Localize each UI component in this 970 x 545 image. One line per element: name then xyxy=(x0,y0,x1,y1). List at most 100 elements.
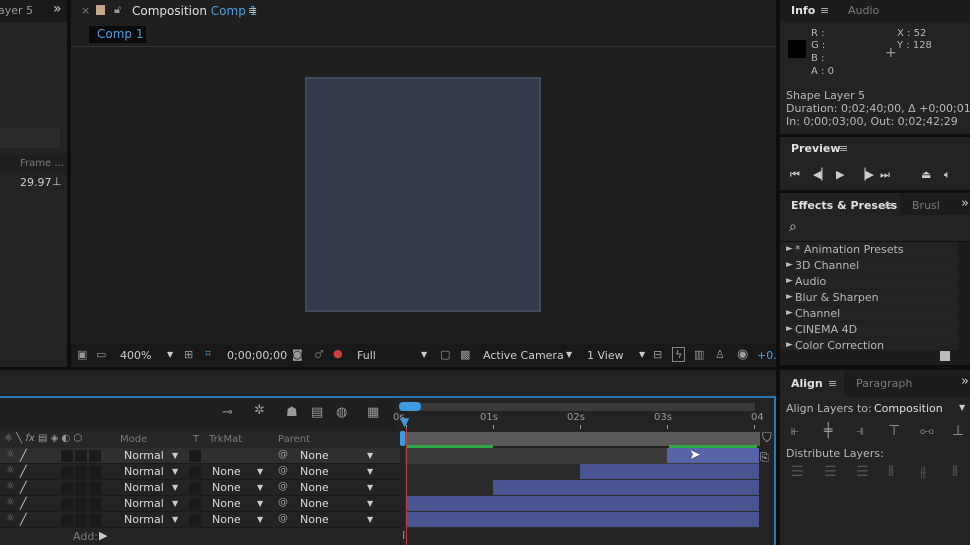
quality-slash-icon[interactable]: ╱ xyxy=(20,482,27,493)
switch-box[interactable] xyxy=(61,450,73,462)
first-frame-icon[interactable]: ⏮ xyxy=(790,169,800,180)
switch-box[interactable] xyxy=(61,498,73,510)
preserve-transparency-checkbox[interactable] xyxy=(189,514,201,526)
switch-box[interactable] xyxy=(89,482,101,494)
align-tab[interactable]: Align xyxy=(791,377,823,390)
layer-row[interactable]: ☼ ╱ Normal ▼ None ▼ @ None ▼ xyxy=(0,464,400,480)
effect-category[interactable]: ► Blur & Sharpen xyxy=(780,290,958,306)
mode-dropdown-arrow-icon[interactable]: ▼ xyxy=(172,468,178,476)
layer-row[interactable]: ☼ ╱ Normal ▼ None ▼ @ None ▼ xyxy=(0,496,400,512)
expand-arrow-icon[interactable]: ► xyxy=(786,244,793,254)
frame-rate-column-header[interactable]: Frame ... xyxy=(20,158,64,169)
panel-menu-icon[interactable]: ≡ xyxy=(248,4,257,17)
time-navigator-handle[interactable] xyxy=(399,402,421,411)
align-to-arrow-icon[interactable]: ▼ xyxy=(959,404,965,412)
parent-dropdown[interactable]: None xyxy=(300,497,329,510)
timeline-icon[interactable]: ▥ xyxy=(694,349,704,360)
trkmat-column-header[interactable]: TrkMat xyxy=(209,434,242,445)
mode-dropdown[interactable]: Normal xyxy=(124,513,164,526)
lock-icon[interactable]: 🔓︎ xyxy=(114,4,121,15)
align-menu-icon[interactable]: ≡ xyxy=(828,377,837,390)
effect-category[interactable]: ► * Animation Presets xyxy=(780,242,958,258)
camera-dropdown-arrow-icon[interactable]: ▼ xyxy=(566,351,572,359)
frame-blending-icon[interactable]: ▤ xyxy=(311,406,323,419)
shy-layers-icon[interactable]: ☗ xyxy=(286,406,298,419)
project-item[interactable] xyxy=(0,128,60,148)
switch-box[interactable] xyxy=(89,466,101,478)
previous-frame-icon[interactable]: ◀▏ xyxy=(813,169,830,180)
expand-arrow-icon[interactable]: ► xyxy=(786,260,793,270)
audio-tab[interactable]: Audio xyxy=(848,4,879,17)
camera-view-dropdown[interactable]: Active Camera xyxy=(483,349,564,362)
parent-dropdown-arrow-icon[interactable]: ▼ xyxy=(367,468,373,476)
zoom-level-dropdown[interactable]: 400% xyxy=(120,349,151,362)
mode-column-header[interactable]: Mode xyxy=(120,434,147,445)
effects-scrollbar[interactable] xyxy=(958,242,970,350)
mode-dropdown[interactable]: Normal xyxy=(124,449,164,462)
layer-row[interactable]: ☼ ╱ Normal ▼ @ None ▼ xyxy=(0,448,400,464)
mask-visibility-icon[interactable]: ⌗ xyxy=(205,348,211,359)
expand-arrow-icon[interactable]: ► xyxy=(786,340,793,350)
layer-duration-bar[interactable] xyxy=(580,464,759,479)
parent-column-header[interactable]: Parent xyxy=(278,434,310,445)
switch-box[interactable] xyxy=(61,482,73,494)
preserve-transparency-checkbox[interactable] xyxy=(189,498,201,510)
quality-switch-icon[interactable]: ☼ xyxy=(6,498,15,508)
composition-flowchart-icon[interactable]: ⊸ xyxy=(222,406,233,419)
quality-slash-icon[interactable]: ╱ xyxy=(20,514,27,525)
switch-box[interactable] xyxy=(75,466,87,478)
switch-box[interactable] xyxy=(75,514,87,526)
add-property-button[interactable]: ▶ xyxy=(99,530,107,541)
info-menu-icon[interactable]: ≡ xyxy=(820,4,829,17)
effect-category[interactable]: ► Channel xyxy=(780,306,958,322)
flowchart-icon[interactable]: ♙ xyxy=(715,349,725,360)
quality-slash-icon[interactable]: ╱ xyxy=(20,466,27,477)
trkmat-dropdown[interactable]: None xyxy=(212,481,241,494)
expand-arrow-icon[interactable]: ► xyxy=(786,276,793,286)
info-tab[interactable]: Info xyxy=(791,4,815,17)
preserve-transparency-checkbox[interactable] xyxy=(189,450,201,462)
preserve-transparency-checkbox[interactable] xyxy=(189,466,201,478)
trkmat-dropdown[interactable]: None xyxy=(212,497,241,510)
pick-whip-icon[interactable]: @ xyxy=(278,482,288,492)
align-left-icon[interactable]: ⫦ xyxy=(791,424,799,438)
work-area-start-handle[interactable] xyxy=(400,431,405,446)
quality-switch-icon[interactable]: ☼ xyxy=(6,450,15,460)
layer-row[interactable]: ☼ ╱ Normal ▼ None ▼ @ None ▼ xyxy=(0,480,400,496)
trkmat-dropdown[interactable]: None xyxy=(212,513,241,526)
mode-dropdown-arrow-icon[interactable]: ▼ xyxy=(172,500,178,508)
mode-dropdown-arrow-icon[interactable]: ▼ xyxy=(172,452,178,460)
trkmat-dropdown[interactable]: None xyxy=(212,465,241,478)
switch-box[interactable] xyxy=(75,450,87,462)
panel-overflow-button[interactable]: » xyxy=(53,1,62,17)
parent-dropdown-arrow-icon[interactable]: ▼ xyxy=(367,500,373,508)
time-navigator[interactable] xyxy=(400,403,755,411)
panel-overflow-button[interactable]: » xyxy=(961,374,969,389)
mode-dropdown[interactable]: Normal xyxy=(124,481,164,494)
switch-box[interactable] xyxy=(89,498,101,510)
comp-sub-tab[interactable]: Comp 1 xyxy=(89,26,146,43)
quality-slash-icon[interactable]: ╱ xyxy=(20,450,27,461)
preview-menu-icon[interactable]: ≡ xyxy=(839,142,848,155)
panel-overflow-button[interactable]: » xyxy=(961,196,969,211)
effects-search-input[interactable]: ⌕ xyxy=(789,219,797,235)
align-top-icon[interactable]: ⊤ xyxy=(888,424,900,438)
preview-tab[interactable]: Preview xyxy=(791,142,841,155)
transparency-grid-icon[interactable]: ▩ xyxy=(460,349,470,360)
loop-export-icon[interactable]: ⏏ xyxy=(921,169,931,180)
fast-previews-icon[interactable]: ϟ xyxy=(672,347,686,362)
effect-category[interactable]: ► Audio xyxy=(780,274,958,290)
effect-category[interactable]: ► CINEMA 4D xyxy=(780,322,958,338)
align-bottom-icon[interactable]: ⊥ xyxy=(952,424,964,438)
paragraph-tab[interactable]: Paragraph xyxy=(856,377,912,390)
exposure-value[interactable]: +0. xyxy=(757,349,777,362)
preserve-transparency-checkbox[interactable] xyxy=(189,482,201,494)
align-vertical-center-icon[interactable]: ⧟ xyxy=(920,424,934,438)
toggle-pixel-aspect-icon[interactable]: ⊟ xyxy=(653,349,662,360)
effects-menu-icon[interactable]: ≡ xyxy=(884,199,893,212)
timecode-display[interactable]: 0;00;00;00 xyxy=(227,349,287,362)
monitor-icon[interactable]: ▭ xyxy=(96,349,106,360)
trkmat-dropdown-arrow-icon[interactable]: ▼ xyxy=(257,484,263,492)
expand-arrow-icon[interactable]: ► xyxy=(786,324,793,334)
graph-editor-icon[interactable]: ▦ xyxy=(367,406,379,419)
